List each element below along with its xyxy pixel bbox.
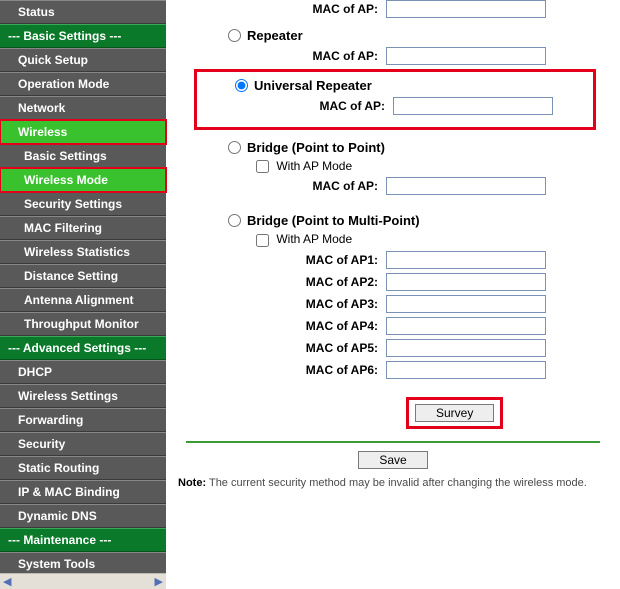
ptmp-mac-label-2: MAC of AP2:: [176, 275, 386, 289]
ptmp-mac-input-6[interactable]: [386, 361, 546, 379]
scroll-right-icon[interactable]: ▶: [152, 575, 166, 588]
sidebar-item-wireless-statistics[interactable]: Wireless Statistics: [0, 240, 166, 264]
ptmp-mac-label-3: MAC of AP3:: [176, 297, 386, 311]
main-content: MAC of AP: Repeater MAC of AP: Universal…: [166, 0, 620, 589]
sidebar-item-ip-mac-binding[interactable]: IP & MAC Binding: [0, 480, 166, 504]
ptmp-mac-label-5: MAC of AP5:: [176, 341, 386, 355]
sidebar-item-mac-filtering[interactable]: MAC Filtering: [0, 216, 166, 240]
bridge-ptmp-withap-checkbox[interactable]: [256, 234, 269, 247]
bridge-ptmp-withap-label: With AP Mode: [276, 232, 352, 246]
sidebar-item-wireless-mode[interactable]: Wireless Mode: [0, 168, 166, 192]
sidebar-item-security-settings[interactable]: Security Settings: [0, 192, 166, 216]
bridge-ptmp-radio[interactable]: [228, 214, 241, 227]
bridge-ptp-mac-label: MAC of AP:: [176, 179, 386, 193]
bridge-ptp-mac-input[interactable]: [386, 177, 546, 195]
sidebar-item-wireless-settings[interactable]: Wireless Settings: [0, 384, 166, 408]
bridge-ptp-withap-label: With AP Mode: [276, 159, 352, 173]
sidebar-item-operation-mode[interactable]: Operation Mode: [0, 72, 166, 96]
sidebar-item-quick-setup[interactable]: Quick Setup: [0, 48, 166, 72]
ur-mac-label: MAC of AP:: [201, 99, 393, 113]
sidebar: Status--- Basic Settings ---Quick SetupO…: [0, 0, 166, 589]
universal-repeater-radio[interactable]: [235, 79, 248, 92]
sidebar-item-wireless[interactable]: Wireless: [0, 120, 166, 144]
sidebar-item-status[interactable]: Status: [0, 0, 166, 24]
sidebar-item-throughput-monitor[interactable]: Throughput Monitor: [0, 312, 166, 336]
ptmp-mac-label-4: MAC of AP4:: [176, 319, 386, 333]
sidebar-item-dynamic-dns[interactable]: Dynamic DNS: [0, 504, 166, 528]
bridge-ptp-radio[interactable]: [228, 141, 241, 154]
sidebar-item-basic-settings[interactable]: Basic Settings: [0, 144, 166, 168]
ptmp-mac-input-5[interactable]: [386, 339, 546, 357]
ptmp-mac-label-6: MAC of AP6:: [176, 363, 386, 377]
universal-repeater-label: Universal Repeater: [254, 78, 372, 93]
repeater-radio[interactable]: [228, 29, 241, 42]
sidebar-item-distance-setting[interactable]: Distance Setting: [0, 264, 166, 288]
top-mac-input[interactable]: [386, 0, 546, 18]
note-text: The current security method may be inval…: [209, 477, 587, 489]
ur-mac-input[interactable]: [393, 97, 553, 115]
note-text-row: Note: The current security method may be…: [176, 477, 610, 489]
bridge-ptp-withap-checkbox[interactable]: [256, 160, 269, 173]
note-label: Note:: [178, 477, 206, 489]
survey-button[interactable]: Survey: [415, 404, 494, 422]
scroll-left-icon[interactable]: ◀: [0, 575, 14, 588]
ptmp-mac-input-1[interactable]: [386, 251, 546, 269]
save-button[interactable]: Save: [358, 451, 427, 469]
ptmp-mac-input-4[interactable]: [386, 317, 546, 335]
repeater-mac-label: MAC of AP:: [176, 49, 386, 63]
ptmp-mac-input-3[interactable]: [386, 295, 546, 313]
sidebar-header: --- Advanced Settings ---: [0, 336, 166, 360]
sidebar-header: --- Basic Settings ---: [0, 24, 166, 48]
bridge-ptmp-label: Bridge (Point to Multi-Point): [247, 213, 420, 228]
sidebar-item-dhcp[interactable]: DHCP: [0, 360, 166, 384]
repeater-label: Repeater: [247, 28, 303, 43]
sidebar-item-antenna-alignment[interactable]: Antenna Alignment: [0, 288, 166, 312]
repeater-mac-input[interactable]: [386, 47, 546, 65]
ptmp-mac-input-2[interactable]: [386, 273, 546, 291]
survey-button-highlight-box: Survey: [406, 397, 503, 429]
bridge-ptp-label: Bridge (Point to Point): [247, 140, 385, 155]
top-mac-label: MAC of AP:: [176, 2, 386, 16]
horizontal-scrollbar[interactable]: ◀ ▶: [0, 573, 166, 589]
divider: [186, 441, 600, 443]
universal-repeater-highlight-box: Universal Repeater MAC of AP:: [194, 69, 596, 130]
sidebar-item-security[interactable]: Security: [0, 432, 166, 456]
sidebar-item-forwarding[interactable]: Forwarding: [0, 408, 166, 432]
sidebar-item-static-routing[interactable]: Static Routing: [0, 456, 166, 480]
sidebar-item-network[interactable]: Network: [0, 96, 166, 120]
sidebar-header: --- Maintenance ---: [0, 528, 166, 552]
ptmp-mac-label-1: MAC of AP1:: [176, 253, 386, 267]
